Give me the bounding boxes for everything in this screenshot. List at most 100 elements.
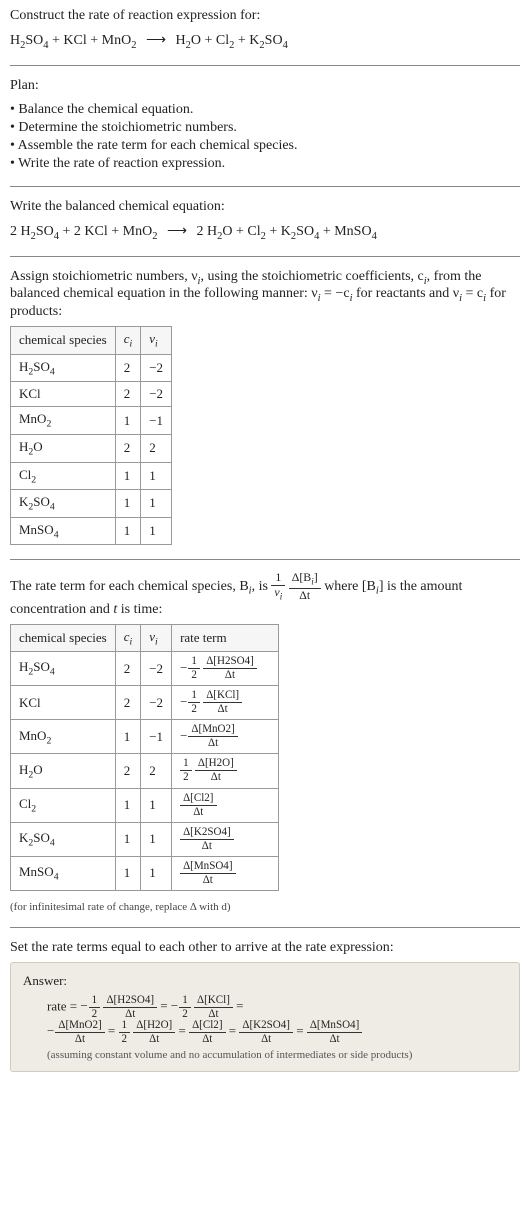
divider [10, 65, 520, 66]
rateterm-intro: The rate term for each chemical species,… [10, 572, 520, 617]
species-cell: K2SO4 [11, 822, 116, 856]
rate-fraction: Δ[Bi] Δt [289, 572, 321, 601]
set-equal-text: Set the rate terms equal to each other t… [10, 940, 520, 956]
vi-cell: −2 [141, 686, 172, 720]
rate-cell: 12 Δ[H2O]Δt [172, 754, 279, 788]
set-equal-section: Set the rate terms equal to each other t… [10, 940, 520, 1072]
answer-box: Answer: rate = −12 Δ[H2SO4]Δt = −12 Δ[KC… [10, 962, 520, 1072]
intro-heading: Construct the rate of reaction expressio… [10, 8, 520, 24]
vi-cell: −2 [141, 354, 172, 382]
species-cell: Cl2 [11, 462, 116, 490]
table-row: Cl211 [11, 462, 172, 490]
balanced-heading: Write the balanced chemical equation: [10, 199, 520, 215]
arrow-icon: ⟶ [167, 224, 187, 239]
plan-bullet: • Write the rate of reaction expression. [10, 156, 520, 172]
species-cell: KCl [11, 686, 116, 720]
table-row: K2SO411 [11, 490, 172, 518]
vi-cell: 1 [141, 490, 172, 518]
rate-cell: Δ[Cl2]Δt [172, 788, 279, 822]
ci-cell: 2 [115, 754, 141, 788]
table-row: H2O2212 Δ[H2O]Δt [11, 754, 279, 788]
rate-cell: Δ[K2SO4]Δt [172, 822, 279, 856]
table-row: H2SO42−2−12 Δ[H2SO4]Δt [11, 652, 279, 686]
species-cell: MnSO4 [11, 856, 116, 890]
species-cell: MnSO4 [11, 517, 116, 545]
rate-prefix: rate = [47, 998, 80, 1013]
species-cell: H2SO4 [11, 354, 116, 382]
divider [10, 559, 520, 560]
vi-cell: −1 [141, 720, 172, 754]
ci-cell: 2 [115, 434, 141, 462]
table-row: MnO21−1−Δ[MnO2]Δt [11, 720, 279, 754]
rate-cell: −Δ[MnO2]Δt [172, 720, 279, 754]
vi-cell: 1 [141, 517, 172, 545]
table-row: H2O22 [11, 434, 172, 462]
assign-text: Assign stoichiometric numbers, νi, using… [10, 269, 520, 321]
col-ci: ci [115, 327, 141, 355]
ci-cell: 1 [115, 822, 141, 856]
intro-equation: H2SO4 + KCl + MnO2 ⟶ H2O + Cl2 + K2SO4 [10, 32, 520, 51]
vi-cell: 1 [141, 788, 172, 822]
eq-lhs: H2SO4 + KCl + MnO2 [10, 33, 140, 48]
rate-cell: −12 Δ[KCl]Δt [172, 686, 279, 720]
answer-label: Answer: [23, 973, 507, 989]
ci-cell: 1 [115, 856, 141, 890]
page-container: Construct the rate of reaction expressio… [0, 0, 530, 1094]
col-ci: ci [115, 624, 141, 652]
table-row: MnSO411Δ[MnSO4]Δt [11, 856, 279, 890]
answer-expression: rate = −12 Δ[H2SO4]Δt = −12 Δ[KCl]Δt =−Δ… [47, 995, 507, 1045]
species-cell: H2O [11, 754, 116, 788]
rateterm-table: chemical species ci νi rate term H2SO42−… [10, 624, 279, 891]
ci-cell: 1 [115, 407, 141, 435]
species-cell: MnO2 [11, 720, 116, 754]
vi-cell: 1 [141, 462, 172, 490]
ci-cell: 1 [115, 462, 141, 490]
table-row: H2SO42−2 [11, 354, 172, 382]
ci-cell: 2 [115, 686, 141, 720]
plan-heading: Plan: [10, 78, 520, 94]
plan-bullet: • Assemble the rate term for each chemic… [10, 138, 520, 154]
balanced-equation: 2 H2SO4 + 2 KCl + MnO2 ⟶ 2 H2O + Cl2 + K… [10, 223, 520, 242]
divider [10, 927, 520, 928]
ci-cell: 2 [115, 382, 141, 407]
col-rate: rate term [172, 624, 279, 652]
plan-section: Plan: • Balance the chemical equation. •… [10, 78, 520, 172]
table-row: K2SO411Δ[K2SO4]Δt [11, 822, 279, 856]
ci-cell: 2 [115, 354, 141, 382]
vi-cell: −1 [141, 407, 172, 435]
col-vi: νi [141, 624, 172, 652]
ci-cell: 1 [115, 490, 141, 518]
intro-section: Construct the rate of reaction expressio… [10, 8, 520, 51]
species-cell: MnO2 [11, 407, 116, 435]
species-cell: KCl [11, 382, 116, 407]
rate-cell: Δ[MnSO4]Δt [172, 856, 279, 890]
species-cell: K2SO4 [11, 490, 116, 518]
note-infinitesimal: (for infinitesimal rate of change, repla… [10, 901, 520, 913]
table-row: Cl211Δ[Cl2]Δt [11, 788, 279, 822]
ci-cell: 1 [115, 720, 141, 754]
vi-cell: 1 [141, 856, 172, 890]
ci-cell: 1 [115, 517, 141, 545]
eq-rhs: H2O + Cl2 + K2SO4 [176, 33, 288, 48]
species-cell: H2SO4 [11, 652, 116, 686]
table-row: MnO21−1 [11, 407, 172, 435]
vi-cell: −2 [141, 652, 172, 686]
ci-cell: 1 [115, 788, 141, 822]
divider [10, 186, 520, 187]
table-header-row: chemical species ci νi [11, 327, 172, 355]
stoich-table: chemical species ci νi H2SO42−2KCl2−2MnO… [10, 326, 172, 545]
plan-bullet: • Balance the chemical equation. [10, 102, 520, 118]
arrow-icon: ⟶ [146, 33, 166, 48]
col-species: chemical species [11, 327, 116, 355]
vi-cell: 1 [141, 822, 172, 856]
vi-cell: −2 [141, 382, 172, 407]
rateterm-section: The rate term for each chemical species,… [10, 572, 520, 912]
species-cell: Cl2 [11, 788, 116, 822]
table-header-row: chemical species ci νi rate term [11, 624, 279, 652]
answer-note: (assuming constant volume and no accumul… [47, 1049, 507, 1061]
balanced-section: Write the balanced chemical equation: 2 … [10, 199, 520, 242]
vi-cell: 2 [141, 754, 172, 788]
col-species: chemical species [11, 624, 116, 652]
plan-bullet: • Determine the stoichiometric numbers. [10, 120, 520, 136]
col-vi: νi [141, 327, 172, 355]
